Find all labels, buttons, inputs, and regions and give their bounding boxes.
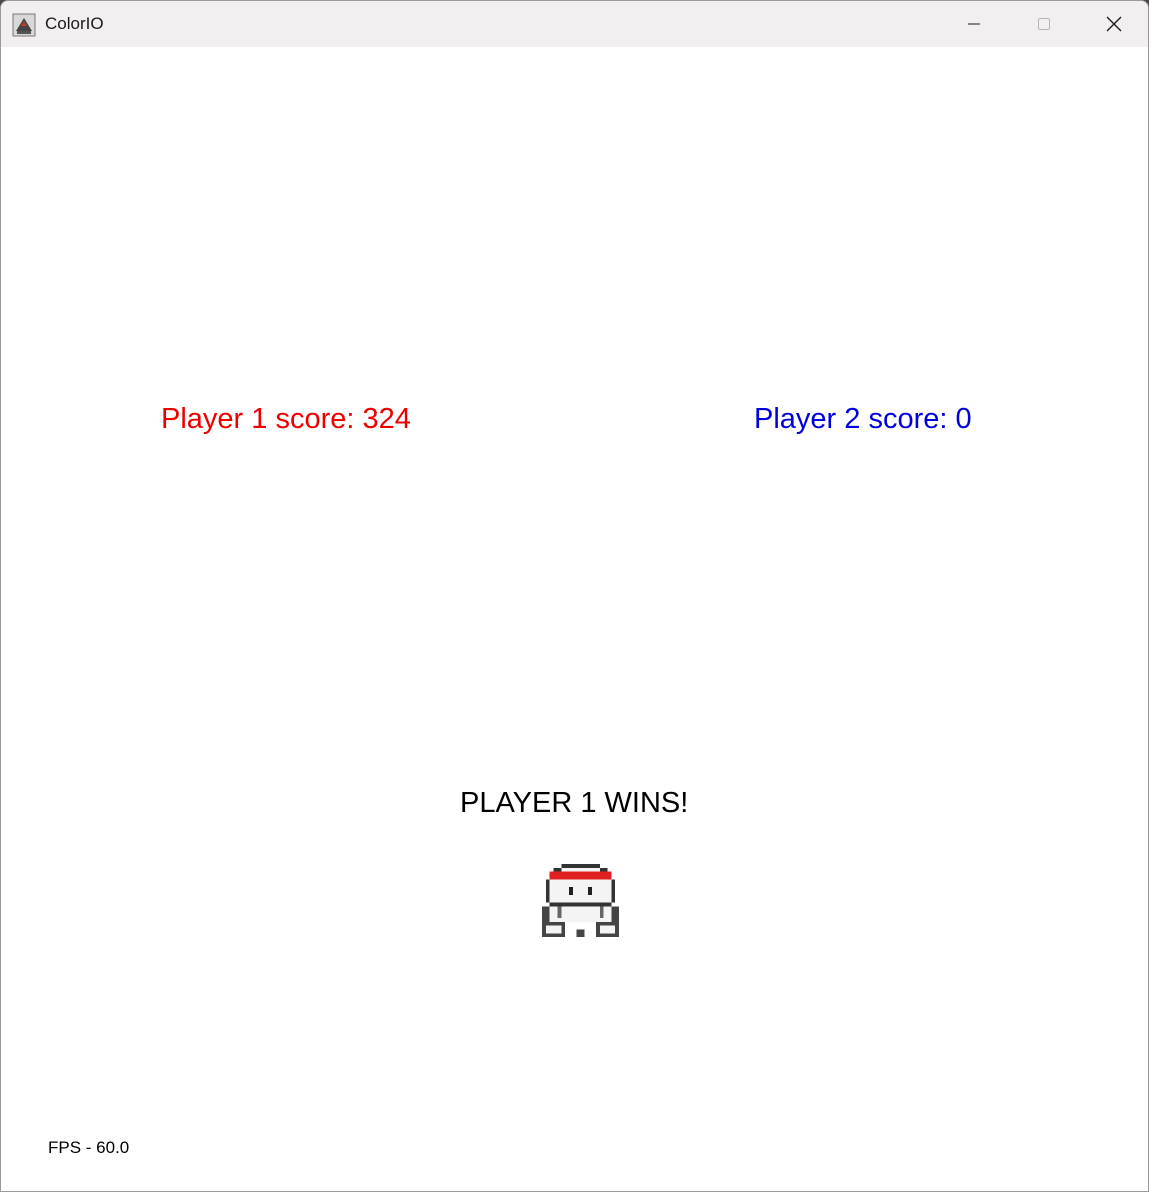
maximize-button[interactable]: [1009, 1, 1079, 47]
player2-score: Player 2 score: 0: [754, 403, 972, 435]
winner-message: PLAYER 1 WINS!: [460, 787, 689, 819]
minimize-icon: [968, 23, 980, 25]
maximize-icon: [1038, 18, 1050, 30]
close-icon: [1106, 16, 1122, 32]
window-title: ColorIO: [45, 14, 104, 33]
minimize-button[interactable]: [939, 1, 1009, 47]
headband: [549, 871, 612, 880]
player-1-headband-sprite: [542, 864, 619, 938]
game-canvas[interactable]: Player 1 score: 324 Player 2 score: 0 PL…: [1, 47, 1148, 1191]
fps-counter: FPS - 60.0: [48, 1138, 130, 1157]
title-bar[interactable]: ColorIO: [1, 1, 1148, 47]
player1-score: Player 1 score: 324: [161, 403, 411, 435]
app-window: ColorIO Player 1 score: 324 Player 2 sco…: [0, 0, 1149, 1192]
java-app-icon[interactable]: [12, 13, 36, 37]
close-button[interactable]: [1079, 1, 1148, 47]
